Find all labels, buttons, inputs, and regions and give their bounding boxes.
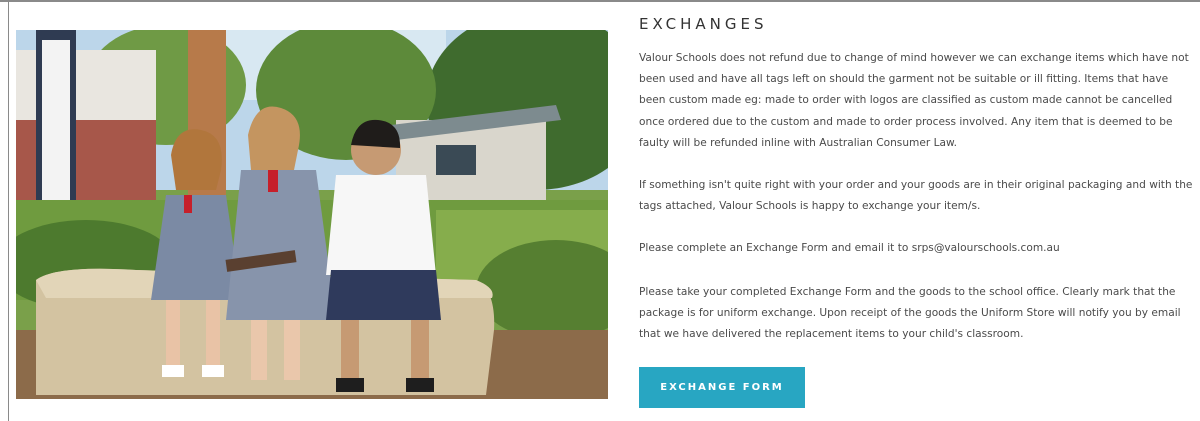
left-border	[8, 2, 9, 421]
return-process-paragraph: Please take your completed Exchange Form…	[639, 285, 1181, 341]
exchange-conditions-paragraph: If something isn't quite right with your…	[639, 179, 1193, 213]
top-border	[0, 0, 1200, 2]
exchange-form-instruction-paragraph: Please complete an Exchange Form and ema…	[639, 242, 1060, 255]
students-reading-photo	[16, 30, 608, 399]
refund-policy-paragraph: Valour Schools does not refund due to ch…	[639, 52, 1189, 149]
exchange-form-button[interactable]: EXCHANGE FORM	[639, 367, 805, 409]
exchanges-section: EXCHANGES Valour Schools does not refund…	[639, 14, 1195, 409]
section-heading: EXCHANGES	[639, 15, 768, 33]
